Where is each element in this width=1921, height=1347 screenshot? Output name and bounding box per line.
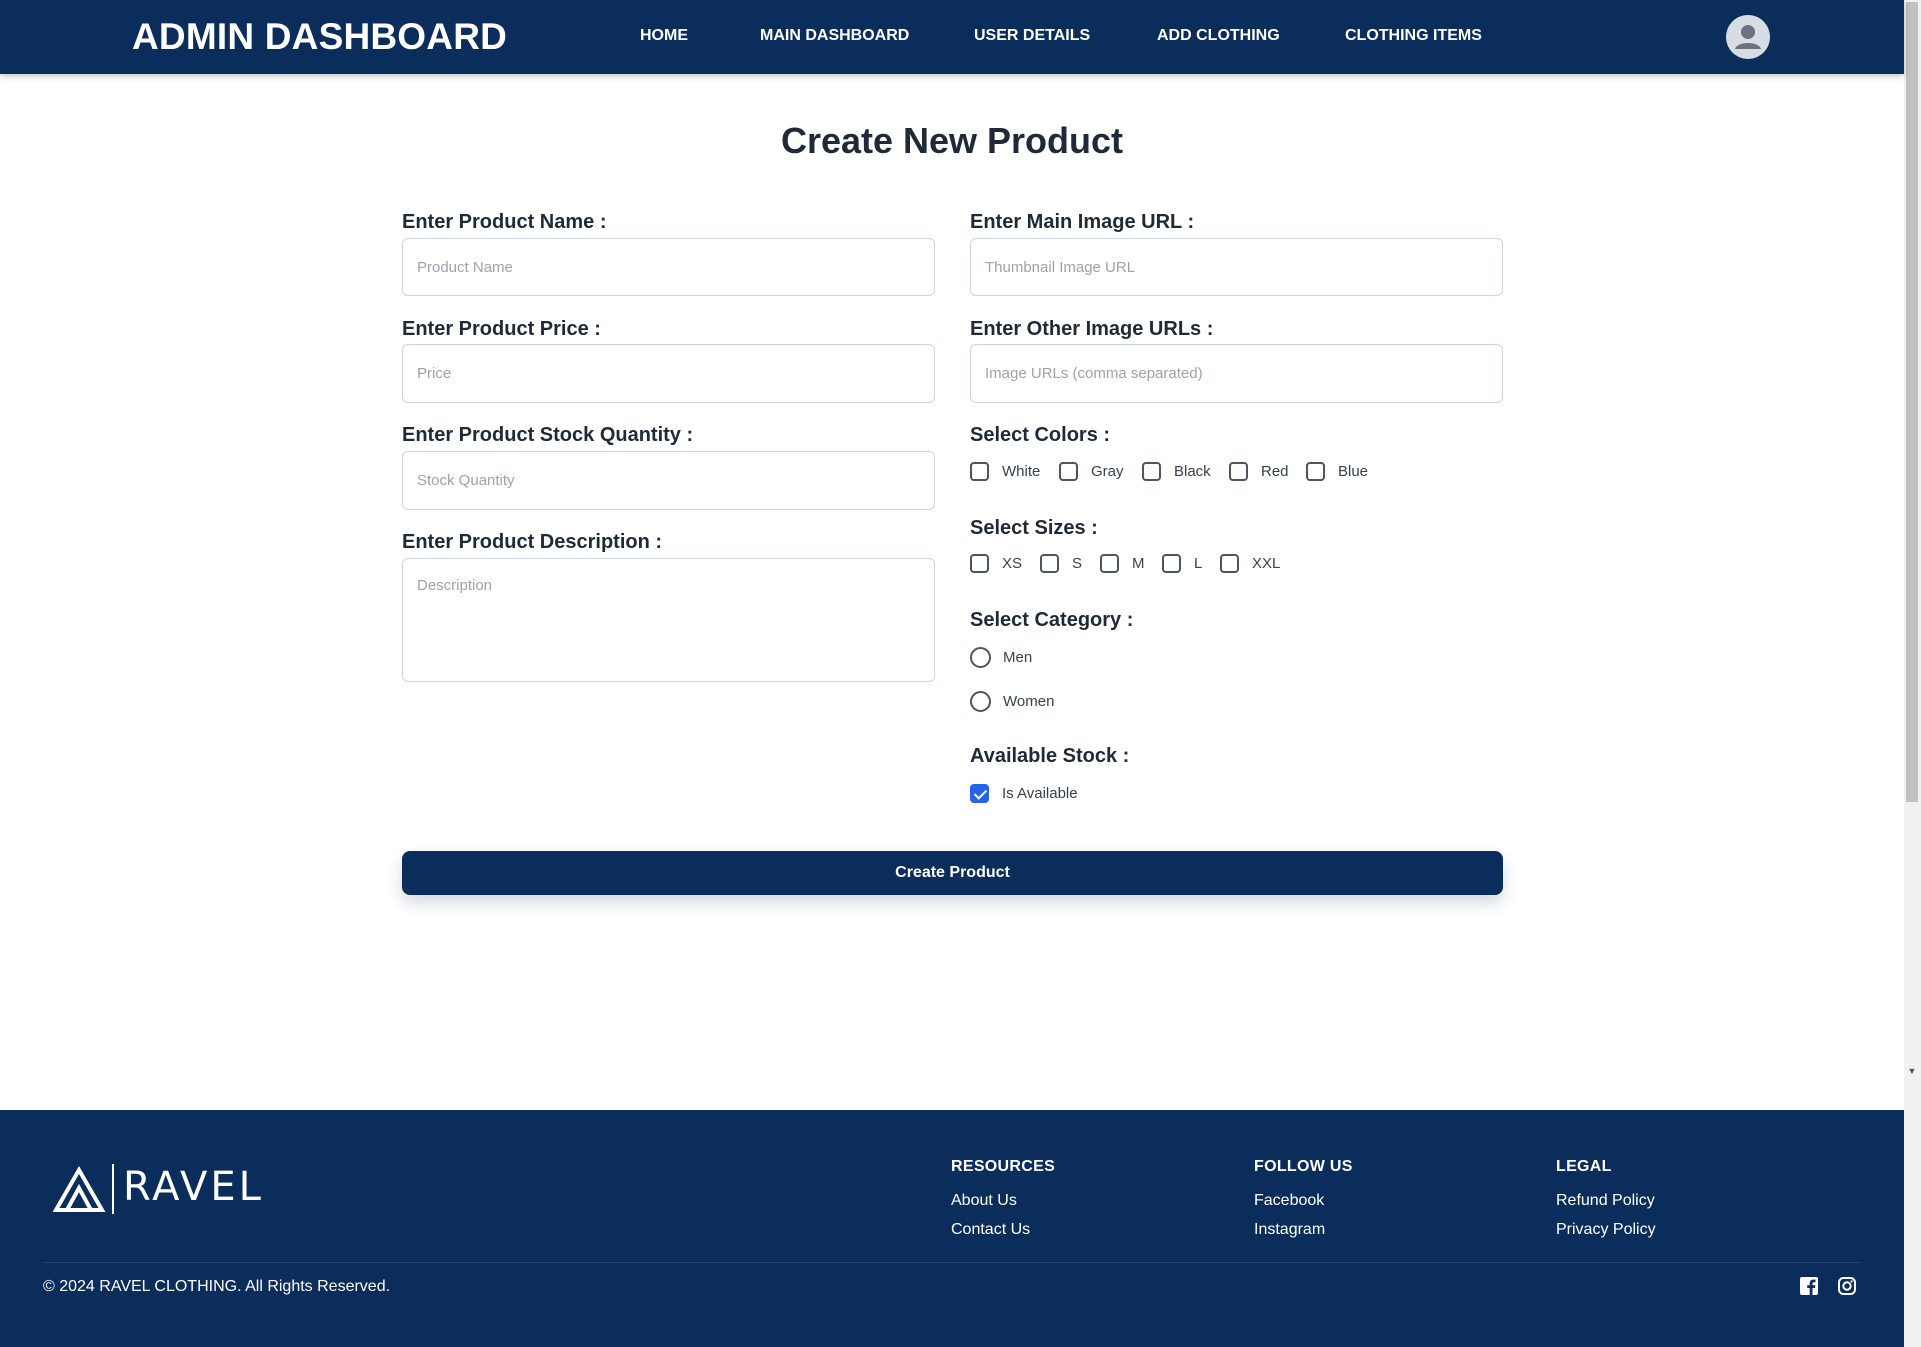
- scrollbar-thumb[interactable]: [1906, 2, 1918, 802]
- main-image-label: Enter Main Image URL :: [970, 211, 1195, 233]
- brand-title: ADMIN DASHBOARD: [132, 16, 508, 57]
- main-image-input[interactable]: [970, 238, 1503, 296]
- option-label: Gray: [1091, 463, 1124, 480]
- nav-main-dashboard[interactable]: MAIN DASHBOARD: [760, 27, 909, 45]
- color-option-blue[interactable]: Blue: [1306, 462, 1368, 481]
- footer-legal-heading: LEGAL: [1556, 1158, 1612, 1175]
- option-label: XS: [1002, 555, 1023, 572]
- other-images-label: Enter Other Image URLs :: [970, 318, 1214, 340]
- color-option-black[interactable]: Black: [1142, 462, 1211, 481]
- product-name-label: Enter Product Name :: [402, 211, 607, 233]
- option-label: Women: [1003, 693, 1055, 710]
- top-navbar: ADMIN DASHBOARD HOME MAIN DASHBOARD USER…: [0, 0, 1904, 74]
- size-option-xxl[interactable]: XXL: [1220, 554, 1280, 573]
- option-label: Is Available: [1002, 785, 1078, 802]
- option-label: Black: [1174, 463, 1211, 480]
- footer-resources-heading: RESOURCES: [951, 1158, 1056, 1175]
- category-option-women[interactable]: Women: [970, 691, 1054, 712]
- other-images-input[interactable]: [970, 344, 1503, 403]
- nav-home[interactable]: HOME: [640, 27, 688, 45]
- footer-link-privacy-policy[interactable]: Privacy Policy: [1556, 1221, 1656, 1239]
- stock-quantity-label: Enter Product Stock Quantity :: [402, 424, 694, 446]
- footer-follow-heading: FOLLOW US: [1254, 1158, 1353, 1175]
- create-product-button[interactable]: Create Product: [402, 851, 1503, 895]
- checkbox[interactable]: [970, 554, 989, 573]
- checkbox[interactable]: [1059, 462, 1078, 481]
- facebook-icon[interactable]: [1799, 1276, 1819, 1296]
- checkbox[interactable]: [1220, 554, 1239, 573]
- checkbox[interactable]: [1100, 554, 1119, 573]
- option-label: Red: [1261, 463, 1289, 480]
- color-option-white[interactable]: White: [970, 462, 1040, 481]
- option-label: M: [1132, 555, 1145, 572]
- option-label: L: [1194, 555, 1203, 572]
- size-option-s[interactable]: S: [1040, 554, 1082, 573]
- page-title: Create New Product: [780, 120, 1124, 161]
- size-option-m[interactable]: M: [1100, 554, 1145, 573]
- footer-link-about-us[interactable]: About Us: [951, 1192, 1017, 1210]
- user-avatar-icon[interactable]: [1726, 15, 1770, 59]
- color-option-red[interactable]: Red: [1229, 462, 1289, 481]
- nav-clothing-items[interactable]: CLOTHING ITEMS: [1345, 27, 1482, 45]
- checkbox[interactable]: [1142, 462, 1161, 481]
- size-option-xs[interactable]: XS: [970, 554, 1022, 573]
- category-option-men[interactable]: Men: [970, 647, 1032, 668]
- nav-add-clothing[interactable]: ADD CLOTHING: [1157, 27, 1280, 45]
- footer-link-contact-us[interactable]: Contact Us: [951, 1221, 1030, 1239]
- color-option-gray[interactable]: Gray: [1059, 462, 1124, 481]
- instagram-icon[interactable]: [1837, 1276, 1857, 1296]
- option-label: White: [1002, 463, 1041, 480]
- footer-link-facebook[interactable]: Facebook: [1254, 1192, 1324, 1210]
- stock-quantity-input[interactable]: [402, 451, 935, 510]
- footer-link-instagram[interactable]: Instagram: [1254, 1221, 1325, 1239]
- checkbox-checked[interactable]: [970, 784, 989, 803]
- checkbox[interactable]: [1306, 462, 1325, 481]
- product-price-input[interactable]: [402, 344, 935, 403]
- available-stock-label: Available Stock :: [970, 745, 1130, 767]
- footer-link-refund-policy[interactable]: Refund Policy: [1556, 1192, 1655, 1210]
- size-option-l[interactable]: L: [1162, 554, 1202, 573]
- scroll-down-arrow-icon[interactable]: ▼: [1906, 1064, 1918, 1078]
- radio-button[interactable]: [970, 647, 991, 668]
- checkbox[interactable]: [1229, 462, 1248, 481]
- footer-divider: [43, 1262, 1861, 1263]
- product-name-input[interactable]: [402, 238, 935, 296]
- description-textarea[interactable]: [402, 558, 935, 682]
- ravel-logo: RAVEL: [52, 1158, 264, 1218]
- copyright-text: © 2024 RAVEL CLOTHING. All Rights Reserv…: [43, 1278, 391, 1295]
- logo-wordmark: RAVEL: [123, 1164, 264, 1210]
- site-footer: RAVEL RESOURCES About Us Contact Us FOLL…: [0, 1110, 1904, 1347]
- radio-button[interactable]: [970, 691, 991, 712]
- option-label: Blue: [1338, 463, 1369, 480]
- description-label: Enter Product Description :: [402, 531, 663, 553]
- product-price-label: Enter Product Price :: [402, 318, 601, 340]
- nav-user-details[interactable]: USER DETAILS: [974, 27, 1090, 45]
- checkbox[interactable]: [1040, 554, 1059, 573]
- colors-label: Select Colors :: [970, 424, 1111, 446]
- category-label: Select Category :: [970, 609, 1134, 631]
- checkbox[interactable]: [970, 462, 989, 481]
- option-label: XXL: [1252, 555, 1281, 572]
- option-label: Men: [1003, 649, 1033, 666]
- sizes-label: Select Sizes :: [970, 517, 1098, 539]
- is-available-option[interactable]: Is Available: [970, 784, 1078, 803]
- option-label: S: [1072, 555, 1083, 572]
- checkbox[interactable]: [1162, 554, 1181, 573]
